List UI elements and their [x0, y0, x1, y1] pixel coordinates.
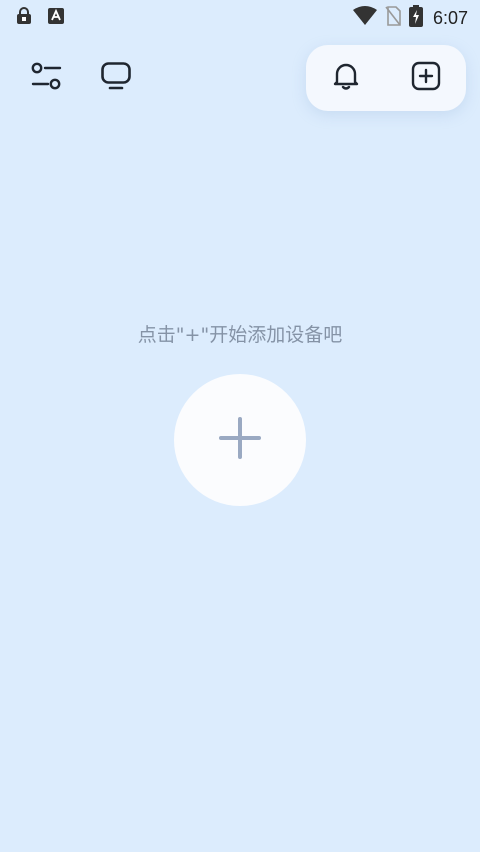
empty-state-message: 点击"+"开始添加设备吧: [137, 324, 343, 346]
wifi-icon: [352, 6, 377, 30]
toolbar-right-card: [306, 45, 466, 111]
device-screen-icon: [100, 61, 132, 95]
filter-settings-icon: [30, 61, 62, 95]
status-time: 6:07: [432, 7, 468, 28]
battery-charging-icon: [408, 5, 423, 31]
device-screen-button[interactable]: [98, 60, 134, 96]
toolbar-left: [28, 60, 134, 96]
lock-app-icon: [16, 7, 32, 29]
status-bar: 6:07: [0, 0, 480, 32]
status-left-icons: [16, 7, 64, 29]
notifications-button[interactable]: [328, 60, 364, 96]
add-device-toolbar-button[interactable]: [408, 60, 444, 96]
plus-icon: [218, 416, 262, 464]
status-right-icons: 6:07: [352, 5, 468, 31]
filter-settings-button[interactable]: [28, 60, 64, 96]
no-sim-icon: [385, 6, 401, 30]
bell-icon: [332, 61, 360, 95]
add-device-button[interactable]: [174, 374, 306, 506]
font-a-icon: [48, 8, 64, 28]
add-square-icon: [411, 61, 441, 95]
